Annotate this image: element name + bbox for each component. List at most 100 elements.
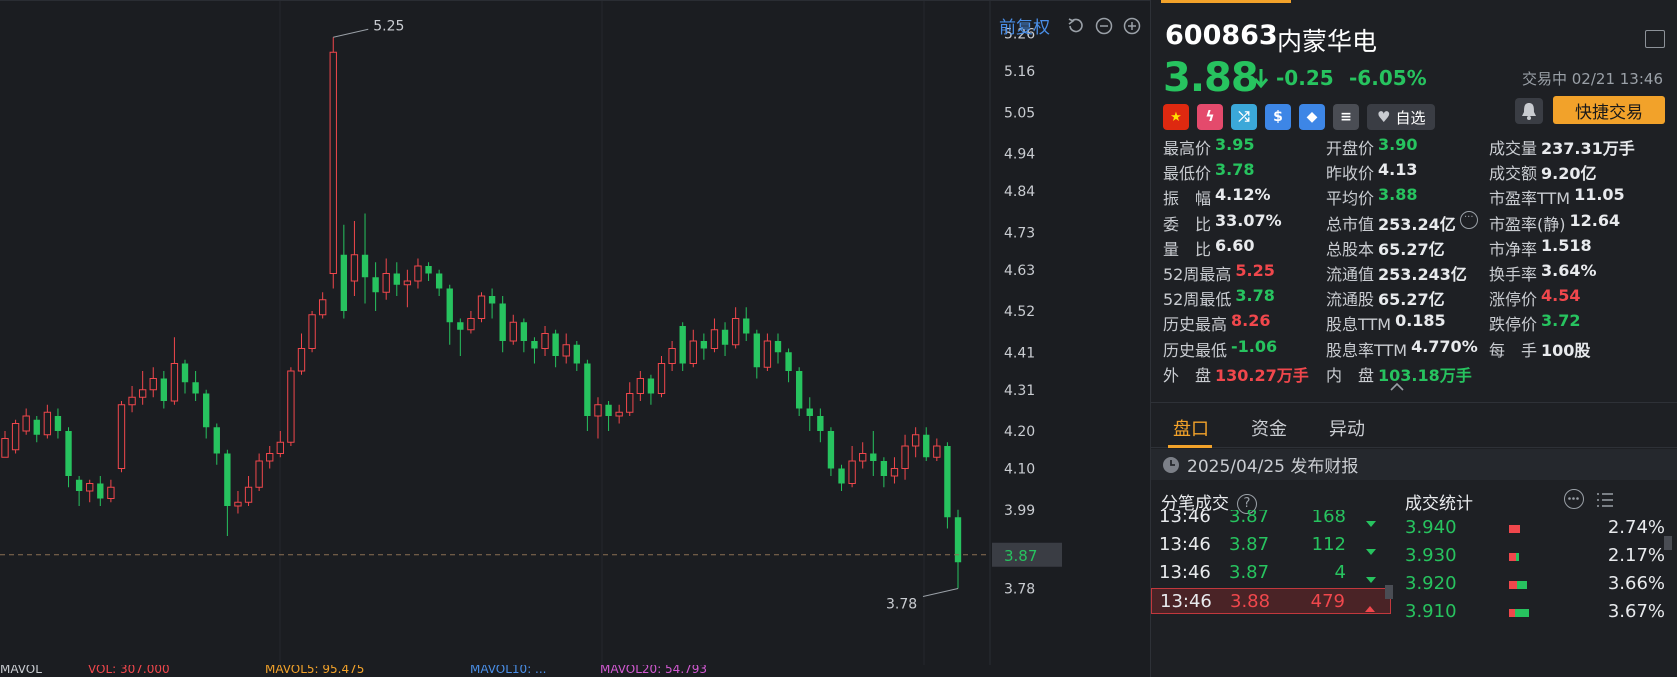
stat-label: 市盈率(静) [1489,214,1566,234]
quick-trade-button[interactable]: 快捷交易 [1553,96,1665,124]
tab-pankou[interactable]: 盘口 [1173,415,1209,441]
candle-body [657,363,666,394]
candle-body [753,333,760,368]
tick-list[interactable]: 13:46 3.87 168 13:46 3.87 112 13:46 3.87… [1151,510,1391,677]
stat-value: 33.07% [1215,210,1282,230]
more-options-icon[interactable] [1564,489,1584,509]
candle-body [901,445,909,469]
stat-c1-0: 最高价 3.95 [1163,135,1255,159]
earnings-report-banner[interactable]: 2025/04/25 发布财报 [1151,449,1677,480]
stat-c3-2: 市盈率TTM 11.05 [1489,185,1625,209]
candle-body [350,254,359,282]
high-mark-line [333,28,369,38]
quote-panel: 600863 内蒙华电 3.88 -0.25 -6.05% 交易中 02/21 … [1150,0,1677,677]
candle-body [827,431,835,469]
candle-body [255,460,263,488]
fuquan-toggle[interactable]: 前复权 [999,13,1050,38]
reset-icon[interactable] [1066,16,1086,36]
stat-label: 涨停价 [1489,290,1538,310]
tick-list-scrollbar[interactable] [1385,585,1393,599]
doc-icon[interactable]: ≡ [1333,104,1359,130]
volume-stats-scrollbar[interactable] [1664,536,1672,550]
stat-c2-7: 股息TTM 0.185 [1326,311,1446,335]
candle-body [911,434,920,447]
candle-body [54,416,62,431]
candle-body [33,419,40,435]
detail-tabs: 盘口 资金 异动 [1151,402,1677,448]
zoom-out-icon[interactable] [1094,16,1114,36]
candle-body [923,434,930,458]
candle-body [499,303,506,341]
collapse-chevron-icon[interactable] [1389,382,1405,392]
price-axis-label: 5.05 [1004,105,1035,121]
tab-underline [1168,445,1212,448]
stat-value: 130.27万手 [1215,365,1309,385]
candle-body [244,486,253,503]
tick-time: 13:46 [1159,534,1211,555]
stat-value: 6.60 [1215,235,1255,255]
candle-body [774,341,782,353]
candle-body [75,479,83,491]
candle-body [128,396,136,406]
candle-body [425,266,432,274]
candle-body [562,344,570,357]
candle-body [721,329,729,345]
stat-c1-4: 量 比 6.60 [1163,236,1255,260]
add-watchlist-button[interactable]: ♥ 自选 [1367,104,1436,130]
market-cap-more-icon[interactable]: ··· [1459,210,1478,229]
candle-body [192,382,199,394]
tab-zijin[interactable]: 资金 [1251,415,1287,441]
candle-body [584,363,591,416]
tick-time: 13:46 [1159,510,1211,527]
stat-label: 成交额 [1489,164,1538,184]
candle-body [933,445,941,458]
candle-body [382,273,390,293]
stat-value: 4.12% [1215,185,1271,205]
app-root: 5.26 5.16 5.05 4.94 4.84 4.73 4.63 4.52 4.41 4.31… [0,0,1677,677]
stat-c1-9: 外 盘 130.27万手 [1163,362,1309,386]
stat-label: 市净率 [1489,239,1538,259]
candle-body [700,341,708,349]
stat-c3-7: 跌停价 3.72 [1489,311,1581,335]
candle-body [361,254,369,278]
dollar-icon[interactable]: $ [1265,104,1291,130]
volume-stats-list[interactable]: 3.940 2.74% 3.930 2.17% 3.920 3.66% 3.910 3… [1405,515,1665,677]
watchlist-label: 自选 [1395,108,1426,127]
candle-body [372,277,379,293]
kline-chart[interactable]: 5.265.165.054.944.844.734.634.524.414.31… [0,1,1075,665]
cn-flag-icon[interactable]: ★ [1163,104,1189,130]
price-axis-label: 4.52 [1004,304,1035,320]
price-axis-label: 3.99 [1004,503,1035,519]
indicator-vol: VOL: 307.000 [88,665,170,676]
zoom-in-icon[interactable] [1122,16,1142,36]
lightning-icon[interactable]: ϟ [1197,104,1223,130]
indicator-mavol10: MAVOL10: ... [470,665,547,676]
stat-value: 3.95 [1215,135,1255,154]
stat-value: 3.78 [1235,286,1275,306]
shuffle-icon[interactable]: ⤮ [1231,104,1257,130]
panel-layout-icon[interactable] [1645,30,1665,48]
clock-icon [1163,456,1179,473]
stat-c3-3: 市盈率(静) 12.64 [1489,211,1620,235]
tag-row: ★ ϟ ⤮ $ ◆ ≡ ♥ 自选 [1163,104,1436,130]
price-axis-label: 4.63 [1004,263,1035,279]
tick-row: 13:46 3.88 479 [1151,588,1391,614]
stat-value: 3.90 [1378,135,1418,154]
bell-icon[interactable] [1515,98,1543,124]
stat-label: 流通股 [1326,290,1375,310]
stat-value: 1.518 [1541,235,1592,255]
stat-label: 成交量 [1489,139,1538,158]
stat-c2-2: 平均价 3.88 [1326,185,1418,209]
candle-body [520,322,528,341]
candle-body [944,446,951,518]
tab-yidong[interactable]: 异动 [1329,415,1365,441]
stat-c1-1: 最低价 3.78 [1163,160,1255,184]
stat-label: 历史最低 [1163,340,1228,360]
tag-icon[interactable]: ◆ [1299,104,1325,130]
candle-body [477,295,486,319]
down-triangle-icon [1365,512,1377,533]
volume-stats-row: 3.910 3.67% [1405,599,1665,627]
price-axis-label: 4.20 [1004,424,1035,440]
candle-body [531,341,538,349]
list-view-icon[interactable] [1595,490,1615,510]
